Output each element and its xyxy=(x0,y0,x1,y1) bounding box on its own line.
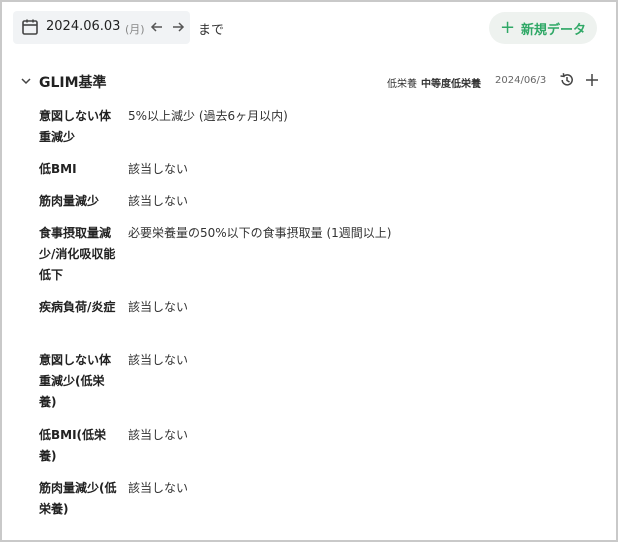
criteria-value: 該当しない xyxy=(128,162,189,176)
criteria-value: 必要栄養量の50%以下の食事摂取量 (1週間以上) xyxy=(128,226,392,240)
record-date: 2024/06/3 xyxy=(495,75,547,86)
new-data-button[interactable]: + 新規データ xyxy=(489,12,597,44)
arrow-left-icon[interactable] xyxy=(149,19,165,35)
severity-label: 低栄養 xyxy=(387,79,417,90)
calendar-icon xyxy=(22,19,38,35)
arrow-right-icon[interactable] xyxy=(170,19,186,35)
criteria-label: 筋肉量減少 xyxy=(39,194,100,208)
add-icon[interactable] xyxy=(584,72,600,88)
criteria-value: 該当しない xyxy=(128,428,189,442)
glim-panel: 2024.06.03 (月) まで + 新規データ GLIM基準 低栄養 中等度… xyxy=(0,0,618,542)
criteria-value: 該当しない xyxy=(128,300,189,314)
criteria-label: 低BMI xyxy=(39,162,77,176)
plus-icon: + xyxy=(499,17,516,38)
until-label: まで xyxy=(198,23,225,38)
criteria-label: 食事摂取量減少/消化吸収能低下 xyxy=(39,226,116,282)
severity-value: 中等度低栄養 xyxy=(421,79,481,90)
criteria-label: 疾病負荷/炎症 xyxy=(39,300,116,314)
criteria-value: 該当しない xyxy=(128,194,189,208)
chevron-down-icon[interactable] xyxy=(20,75,32,87)
new-data-label: 新規データ xyxy=(521,22,587,38)
criteria-label: 低BMI(低栄養) xyxy=(39,428,107,463)
weekday-label: (月) xyxy=(125,23,145,36)
history-icon[interactable] xyxy=(559,72,575,88)
date-value[interactable]: 2024.06.03 xyxy=(46,19,120,34)
date-picker[interactable]: 2024.06.03 (月) xyxy=(13,11,190,44)
criteria-label: 意図しない体重減少 xyxy=(39,109,112,144)
section-title: GLIM基準 xyxy=(39,75,107,91)
criteria-label: 筋肉量減少(低栄養) xyxy=(39,481,117,516)
criteria-value: 該当しない xyxy=(128,481,189,495)
criteria-value: 5%以上減少 (過去6ヶ月以内) xyxy=(128,109,288,123)
criteria-label: 意図しない体重減少(低栄養) xyxy=(39,353,112,409)
criteria-value: 該当しない xyxy=(128,353,189,367)
